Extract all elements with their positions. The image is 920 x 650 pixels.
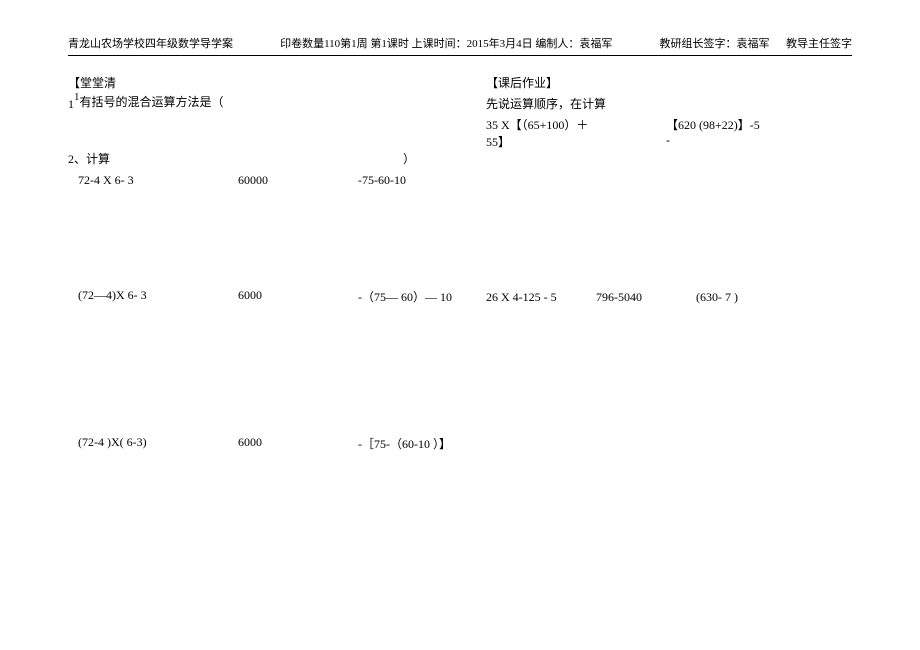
calc-r2-c1: (72—4)X 6- 3 — [78, 288, 238, 305]
hw-r1-item1-line2: 55】 — [486, 133, 666, 150]
calc-r3-c2: 6000 — [238, 435, 358, 452]
header-sig1: 教研组长签字：袁福军 — [660, 38, 770, 50]
calc-row-2: (72—4)X 6- 3 6000 -（75— 60）— 10 — [68, 288, 478, 305]
hw-r1-item1-line1: 35 X【（65+100）＋ — [486, 116, 666, 133]
content-area: 【堂堂清 1 1 有括号的混合运算方法是（ 2、计算 ） 72-4 X 6- 3… — [68, 74, 852, 452]
left-column: 【堂堂清 1 1 有括号的混合运算方法是（ 2、计算 ） 72-4 X 6- 3… — [68, 74, 478, 452]
hw-r1-item2-line2: - — [666, 133, 846, 148]
homework-subtitle: 先说运算顺序，在计算 — [486, 95, 852, 112]
q2-label: 2、计算 — [68, 152, 110, 166]
hw-r2-item3: (630- 7 ) — [696, 290, 796, 305]
header-sig2: 教导主任签字 — [786, 38, 852, 50]
calc-r3-c3: -［75-（60-10 ）】 — [358, 435, 478, 452]
calc-r2-c2: 6000 — [238, 288, 358, 305]
header-signatures: 教研组长签字：袁福军 教导主任签字 — [660, 35, 853, 51]
hw-r2-item2: 796-5040 — [596, 290, 696, 305]
calc-r1-c3: -75-60-10 — [358, 173, 478, 188]
hw-r2-item1: 26 X 4-125 - 5 — [486, 290, 596, 305]
question-1: 1 1 有括号的混合运算方法是（ — [68, 93, 478, 110]
calc-row-1: 72-4 X 6- 3 60000 -75-60-10 — [68, 173, 478, 188]
homework-title: 【课后作业】 — [486, 74, 852, 91]
classwork-title: 【堂堂清 — [68, 74, 478, 91]
page-header: 青龙山农场学校四年级数学导学案 印卷数量110第1周 第1课时 上课时间：201… — [68, 35, 852, 56]
worksheet-page: 青龙山农场学校四年级数学导学案 印卷数量110第1周 第1课时 上课时间：201… — [0, 0, 920, 452]
question-2: 2、计算 ） — [68, 150, 478, 167]
calc-row-3: (72-4 )X( 6-3) 6000 -［75-（60-10 ）】 — [68, 435, 478, 452]
calc-r3-c1: (72-4 )X( 6-3) — [78, 435, 238, 452]
header-school: 青龙山农场学校四年级数学导学案 — [68, 35, 233, 51]
q1-superscript: 1 — [74, 91, 80, 103]
calc-r1-c1: 72-4 X 6- 3 — [78, 173, 238, 188]
q1-text: 有括号的混合运算方法是（ — [80, 93, 224, 110]
hw-r1-item1: 35 X【（65+100）＋ 55】 — [486, 116, 666, 150]
header-meta: 印卷数量110第1周 第1课时 上课时间：2015年3月4日 编制人：袁福军 — [280, 35, 612, 51]
calc-r2-c3: -（75— 60）— 10 — [358, 288, 478, 305]
hw-r1-item2: 【620 (98+22)】-5 - — [666, 116, 846, 150]
homework-row-1: 35 X【（65+100）＋ 55】 【620 (98+22)】-5 - — [478, 116, 852, 150]
hw-r1-item2-line1: 【620 (98+22)】-5 — [666, 116, 846, 133]
homework-row-2: 26 X 4-125 - 5 796-5040 (630- 7 ) — [478, 290, 852, 305]
calc-r1-c2: 60000 — [238, 173, 358, 188]
paren-close: ） — [403, 152, 415, 166]
right-column: 【课后作业】 先说运算顺序，在计算 35 X【（65+100）＋ 55】 【62… — [478, 74, 852, 452]
